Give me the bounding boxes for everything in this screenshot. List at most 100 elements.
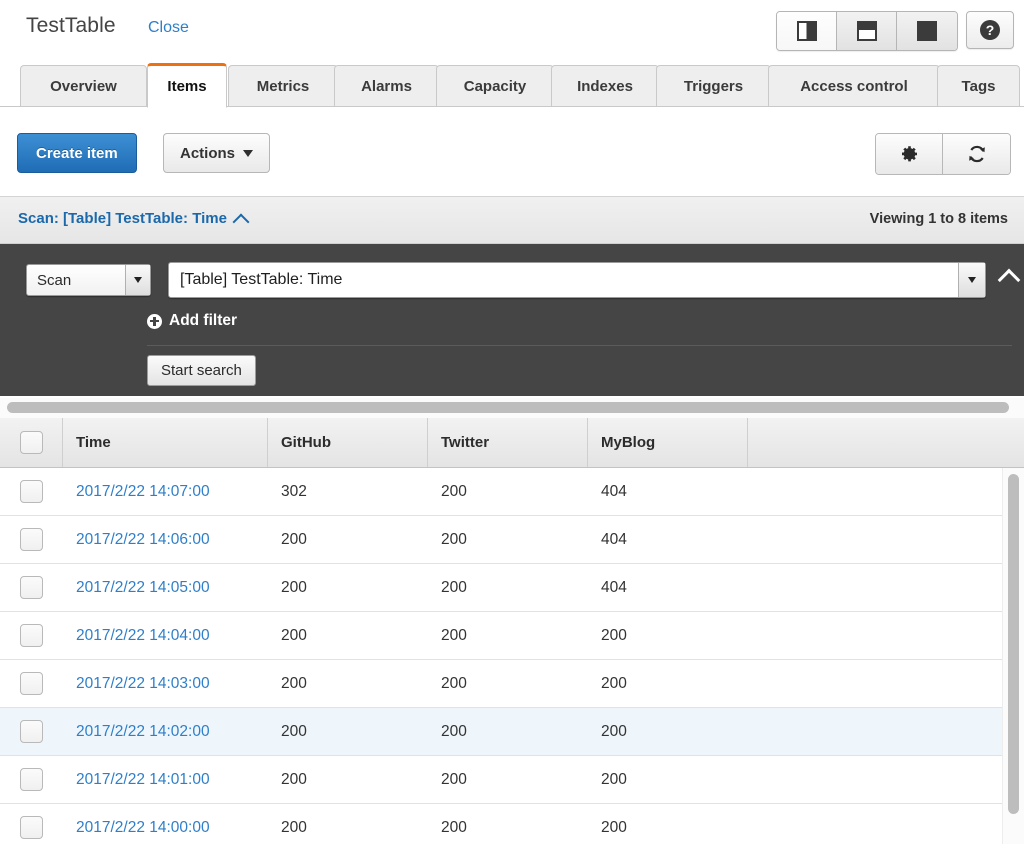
cell-github: 200: [281, 626, 307, 644]
column-header-twitter[interactable]: Twitter: [428, 418, 588, 467]
select-all-header: [0, 418, 63, 467]
cell-time[interactable]: 2017/2/22 14:07:00: [63, 468, 268, 515]
row-select-cell: [0, 708, 63, 755]
cell-github: 200: [281, 674, 307, 692]
row-select-cell: [0, 756, 63, 803]
cell-blank: [748, 564, 1010, 611]
cell-time[interactable]: 2017/2/22 14:02:00: [63, 708, 268, 755]
cell-blank: [748, 804, 1010, 844]
cell-myblog: 200: [601, 770, 627, 788]
chevron-up-icon: [232, 213, 250, 230]
chevron-down-icon: [243, 149, 254, 157]
tab-tags[interactable]: Tags: [937, 65, 1020, 107]
cell-blank: [748, 516, 1010, 563]
column-header-myblog[interactable]: MyBlog: [588, 418, 748, 467]
title-bar: TestTable Close ?: [0, 0, 1024, 62]
add-filter-link[interactable]: Add filter: [147, 312, 237, 330]
target-select[interactable]: [Table] TestTable: Time: [168, 262, 986, 298]
select-all-checkbox[interactable]: [19, 431, 43, 454]
cell-myblog: 404: [601, 482, 627, 500]
table-body: 2017/2/22 14:07:00 302 200 404 2017/2/22 14:…: [0, 468, 1024, 844]
vertical-scrollbar-thumb[interactable]: [1008, 474, 1019, 814]
tab-overview[interactable]: Overview: [20, 65, 147, 107]
cell-time[interactable]: 2017/2/22 14:00:00: [63, 804, 268, 844]
settings-button[interactable]: [876, 134, 943, 174]
cell-time[interactable]: 2017/2/22 14:04:00: [63, 612, 268, 659]
plus-circle-icon: [147, 313, 162, 329]
layout-split-vertical-button[interactable]: [777, 12, 837, 50]
scan-summary-bar: Scan: [Table] TestTable: Time Viewing 1 …: [0, 196, 1024, 244]
operation-select[interactable]: Scan: [26, 264, 151, 296]
row-checkbox[interactable]: [20, 768, 43, 791]
horizontal-scrollbar-thumb[interactable]: [7, 402, 1009, 413]
table-row[interactable]: 2017/2/22 14:02:00 200 200 200: [0, 708, 1024, 756]
cell-time[interactable]: 2017/2/22 14:01:00: [63, 756, 268, 803]
create-item-button[interactable]: Create item: [17, 133, 137, 173]
cell-time[interactable]: 2017/2/22 14:03:00: [63, 660, 268, 707]
row-checkbox[interactable]: [20, 576, 43, 599]
row-select-cell: [0, 660, 63, 707]
row-select-cell: [0, 516, 63, 563]
row-checkbox[interactable]: [20, 672, 43, 695]
row-checkbox[interactable]: [20, 816, 43, 839]
tab-access-control[interactable]: Access control: [768, 65, 940, 107]
tab-capacity[interactable]: Capacity: [436, 65, 554, 107]
cell-twitter: 200: [441, 578, 467, 596]
row-checkbox[interactable]: [20, 624, 43, 647]
vertical-scrollbar[interactable]: [1002, 468, 1024, 844]
add-filter-label: Add filter: [169, 312, 238, 329]
table-row[interactable]: 2017/2/22 14:07:00 302 200 404: [0, 468, 1024, 516]
column-header-github[interactable]: GitHub: [268, 418, 428, 467]
tab-bar: Overview Items Metrics Alarms Capacity I…: [0, 62, 1024, 108]
target-select-value: [Table] TestTable: Time: [180, 271, 343, 288]
column-header-time[interactable]: Time: [63, 418, 268, 467]
chevron-up-icon: [997, 268, 1021, 292]
row-select-cell: [0, 804, 63, 844]
refresh-button[interactable]: [943, 134, 1010, 174]
action-toolbar: Create item Actions: [0, 107, 1024, 196]
scan-query-panel: Scan [Table] TestTable: Time Add filter …: [0, 244, 1024, 396]
tab-alarms[interactable]: Alarms: [334, 65, 439, 107]
table-row[interactable]: 2017/2/22 14:00:00 200 200 200: [0, 804, 1024, 844]
help-button[interactable]: ?: [966, 11, 1014, 49]
scan-summary-toggle[interactable]: Scan: [Table] TestTable: Time: [18, 210, 250, 230]
tab-triggers[interactable]: Triggers: [656, 65, 771, 107]
cell-myblog: 200: [601, 626, 627, 644]
cell-myblog: 200: [601, 674, 627, 692]
cell-myblog: 200: [601, 722, 627, 740]
layout-full-pane-button[interactable]: [897, 12, 957, 50]
tab-indexes[interactable]: Indexes: [551, 65, 659, 107]
panel-collapse-button[interactable]: [997, 268, 1021, 293]
help-circle-icon: ?: [980, 20, 1000, 40]
toolbar-icon-group: [875, 133, 1011, 175]
cell-twitter: 200: [441, 770, 467, 788]
cell-blank: [748, 468, 1010, 515]
tab-items[interactable]: Items: [147, 63, 227, 108]
cell-github: 200: [281, 818, 307, 836]
row-checkbox[interactable]: [20, 720, 43, 743]
cell-time[interactable]: 2017/2/22 14:05:00: [63, 564, 268, 611]
horizontal-scrollbar[interactable]: [0, 398, 1024, 418]
cell-time[interactable]: 2017/2/22 14:06:00: [63, 516, 268, 563]
layout-split-horizontal-button[interactable]: [837, 12, 897, 50]
column-header-blank: [748, 418, 1010, 467]
actions-button[interactable]: Actions: [163, 133, 271, 173]
cell-github: 200: [281, 770, 307, 788]
table-row[interactable]: 2017/2/22 14:05:00 200 200 404: [0, 564, 1024, 612]
row-checkbox[interactable]: [20, 528, 43, 551]
row-checkbox[interactable]: [20, 480, 43, 503]
close-link[interactable]: Close: [148, 19, 189, 37]
cell-github: 302: [281, 482, 307, 500]
table-row[interactable]: 2017/2/22 14:01:00 200 200 200: [0, 756, 1024, 804]
cell-twitter: 200: [441, 626, 467, 644]
row-select-cell: [0, 564, 63, 611]
cell-twitter: 200: [441, 482, 467, 500]
table-row[interactable]: 2017/2/22 14:06:00 200 200 404: [0, 516, 1024, 564]
tab-metrics[interactable]: Metrics: [228, 65, 338, 107]
cell-twitter: 200: [441, 674, 467, 692]
start-search-button[interactable]: Start search: [147, 355, 256, 386]
table-row[interactable]: 2017/2/22 14:03:00 200 200 200: [0, 660, 1024, 708]
table-row[interactable]: 2017/2/22 14:04:00 200 200 200: [0, 612, 1024, 660]
table-header-row: Time GitHub Twitter MyBlog: [0, 418, 1024, 468]
gear-icon: [902, 146, 917, 162]
